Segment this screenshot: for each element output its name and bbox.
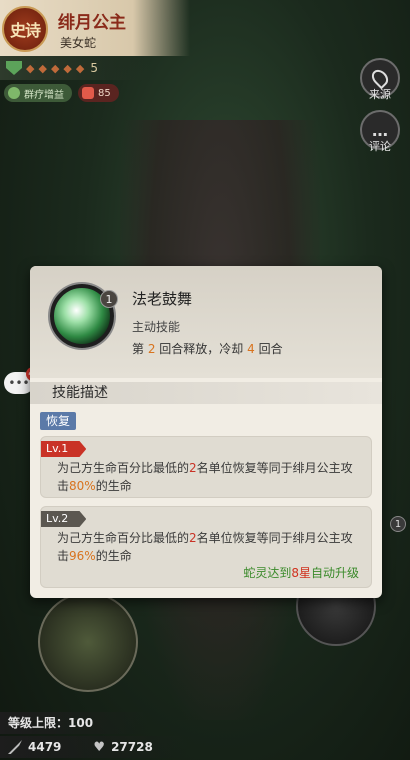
level-description: 为己方生命百分比最低的2名单位恢复等同于绯月公主攻击96%的生命 <box>57 529 353 565</box>
faction-icon <box>6 61 22 75</box>
rarity-badge: 史诗 <box>2 6 48 52</box>
skill-cooldown: 第 2 回合释放，冷却 4 回合 <box>132 340 283 357</box>
skill-header: 1 法老鼓舞 主动技能 第 2 回合释放，冷却 4 回合 <box>30 266 382 378</box>
heal-percent: 80% <box>69 479 96 493</box>
like-count: 85 <box>98 87 111 99</box>
star-icon: ◆ <box>50 61 60 75</box>
hero-header: 史诗 绯月公主 美女蛇 <box>0 0 190 56</box>
left-slot[interactable] <box>38 592 138 692</box>
cooldown-mid: 回合释放，冷却 <box>155 342 248 356</box>
heart-icon: ♥ <box>93 739 106 755</box>
level-description: 为己方生命百分比最低的2名单位恢复等同于绯月公主攻击80%的生命 <box>57 459 353 495</box>
desc-part: 的生命 <box>95 549 132 563</box>
desc-part: 的生命 <box>95 479 132 493</box>
skill-popup: 1 法老鼓舞 主动技能 第 2 回合释放，冷却 4 回合 技能描述 恢复 Lv.… <box>30 266 382 598</box>
upgrade-condition: 蛇灵达到8星自动升级 <box>243 564 359 581</box>
skill-level-badge: 1 <box>100 290 118 308</box>
skill-desc-header: 技能描述 <box>30 382 382 404</box>
level-cap: 等级上限：100 <box>0 712 150 734</box>
hero-tags: 群疗增益 85 <box>4 84 119 102</box>
comment-icon: … <box>372 120 388 140</box>
star-bar: ◆ ◆ ◆ ◆ ◆ 5 <box>0 56 150 80</box>
hero-title: 美女蛇 <box>60 36 97 50</box>
right-slot-badge: 1 <box>390 516 406 532</box>
upgrade-stars: 8星 <box>291 566 311 580</box>
heal-tag-label: 群疗增益 <box>24 89 64 101</box>
skill-category-tag: 恢复 <box>40 412 77 430</box>
star-icon: ◆ <box>63 61 72 75</box>
upgrade-prefix: 蛇灵达到 <box>243 566 292 580</box>
stats-row: 4479 ♥ 27728 <box>0 736 190 758</box>
cooldown-prefix: 第 <box>132 342 148 356</box>
attack-value: 4479 <box>28 740 62 754</box>
desc-part: 为己方生命百分比最低的 <box>57 531 190 545</box>
sword-icon <box>8 740 22 754</box>
hp-value: 27728 <box>111 740 153 754</box>
star-icon: ◆ <box>75 61 85 75</box>
cooldown-value: 4 <box>247 342 255 356</box>
hero-name: 绯月公主 <box>58 13 126 33</box>
skill-name: 法老鼓舞 <box>132 290 193 308</box>
desc-part: 为己方生命百分比最低的 <box>57 461 190 475</box>
heal-icon <box>8 87 20 99</box>
comment-label: 评论 <box>369 140 391 153</box>
thumbs-up-icon <box>82 87 94 99</box>
target-count: 2 <box>189 461 197 475</box>
target-count: 2 <box>189 531 197 545</box>
heal-tag[interactable]: 群疗增益 <box>4 84 72 102</box>
skill-level-1: Lv.1 为己方生命百分比最低的2名单位恢复等同于绯月公主攻击80%的生命 <box>40 436 372 498</box>
skill-level-2: Lv.2 为己方生命百分比最低的2名单位恢复等同于绯月公主攻击96%的生命 蛇灵… <box>40 506 372 588</box>
source-label: 来源 <box>369 88 391 101</box>
level-badge: Lv.2 <box>41 511 87 527</box>
star-icon: ◆ <box>38 61 47 75</box>
upgrade-suffix: 自动升级 <box>310 566 359 580</box>
star-icon: ◆ <box>26 61 35 75</box>
like-button[interactable]: 85 <box>78 84 119 102</box>
star-count: 5 <box>90 61 98 75</box>
skill-type: 主动技能 <box>132 320 181 334</box>
cooldown-suffix: 回合 <box>254 342 283 356</box>
heal-percent: 96% <box>69 549 96 563</box>
level-badge: Lv.1 <box>41 441 87 457</box>
